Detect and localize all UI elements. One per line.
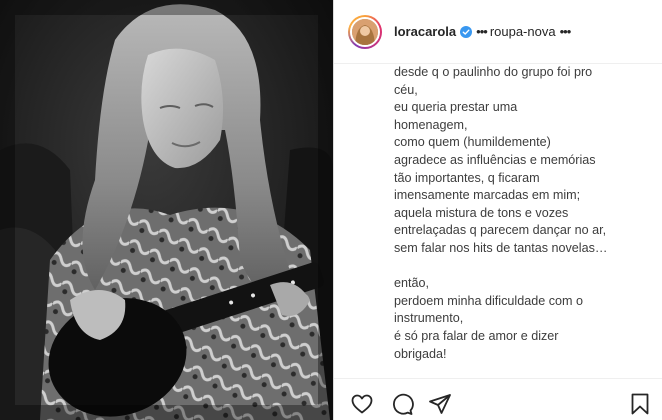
post-subtitle: roupa-nova (489, 24, 556, 39)
verified-badge-icon (460, 25, 473, 38)
save-button[interactable] (628, 392, 652, 416)
share-button[interactable] (428, 392, 452, 416)
post-sidebar: loracarola ••• roupa-nova ••• desde q o … (333, 0, 662, 420)
heart-icon (351, 394, 373, 414)
post-photo[interactable] (0, 0, 333, 420)
comment-bubble-icon (393, 393, 414, 415)
post-caption: desde q o paulinho do grupo foi pro céu,… (394, 65, 608, 361)
post-image (0, 0, 333, 420)
bookmark-icon (631, 393, 649, 415)
post-actions (334, 378, 662, 420)
post-header: loracarola ••• roupa-nova ••• (334, 0, 662, 64)
username[interactable]: loracarola (394, 24, 456, 39)
comment-button[interactable] (390, 392, 414, 416)
like-button[interactable] (350, 392, 374, 416)
story-ring[interactable] (348, 14, 382, 49)
paper-plane-icon (429, 394, 451, 414)
instagram-post: loracarola ••• roupa-nova ••• desde q o … (0, 0, 662, 420)
subtitle-suffix: ••• (559, 24, 572, 39)
subtitle-prefix: ••• (476, 24, 488, 39)
avatar[interactable] (350, 16, 380, 47)
